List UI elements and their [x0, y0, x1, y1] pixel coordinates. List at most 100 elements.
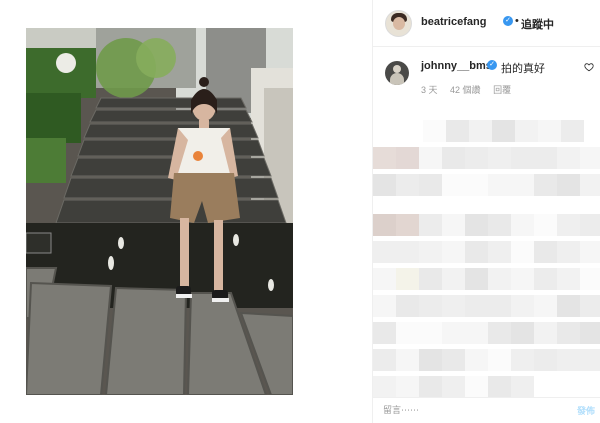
- blur-cell: [373, 295, 396, 317]
- blur-cell: [396, 322, 419, 344]
- blur-cell: [557, 268, 580, 290]
- commenter-avatar-body: [390, 73, 404, 85]
- blur-cell: [396, 376, 419, 398]
- blur-cell: [488, 214, 511, 236]
- blur-cell: [557, 147, 580, 169]
- comment-meta: 3 天 42 個讚 回覆: [421, 83, 521, 96]
- blur-cell: [488, 295, 511, 317]
- blur-cell: [580, 349, 600, 371]
- post-sidebar: beatricefang ✓ • 追蹤中 johnny__bms ✓ 拍的真好 …: [372, 0, 600, 423]
- commenter-avatar[interactable]: [385, 61, 409, 85]
- blur-cell: [488, 174, 511, 196]
- blur-cell: [419, 349, 442, 371]
- blur-cell: [492, 120, 515, 142]
- blur-cell: [465, 214, 488, 236]
- blur-cell: [442, 376, 465, 398]
- blur-cell: [373, 268, 396, 290]
- author-username[interactable]: beatricefang: [421, 16, 486, 28]
- blur-cell: [534, 214, 557, 236]
- blur-cell: [561, 120, 584, 142]
- blur-cell: [396, 268, 419, 290]
- follow-status-button[interactable]: 追蹤中: [521, 16, 554, 32]
- blur-cell: [557, 174, 580, 196]
- blur-cell: [419, 214, 442, 236]
- blur-cell: [373, 376, 396, 398]
- blur-cell: [538, 120, 561, 142]
- blur-cell: [580, 295, 600, 317]
- comment-input[interactable]: [383, 403, 563, 417]
- commenter-avatar-head: [393, 65, 401, 73]
- post-card: beatricefang ✓ • 追蹤中 johnny__bms ✓ 拍的真好 …: [0, 0, 600, 423]
- blur-cell: [511, 295, 534, 317]
- blur-cell: [446, 120, 469, 142]
- post-photo-illustration: [26, 28, 293, 395]
- blur-cell: [465, 322, 488, 344]
- blur-cell: [580, 268, 600, 290]
- avatar-face: [393, 17, 405, 30]
- blur-cell: [465, 241, 488, 263]
- blur-cell: [442, 268, 465, 290]
- verified-badge-icon: ✓: [487, 60, 497, 70]
- blur-cell: [557, 349, 580, 371]
- blur-cell: [511, 174, 534, 196]
- heart-icon[interactable]: [584, 62, 594, 72]
- blur-cell: [373, 349, 396, 371]
- blur-cell: [465, 349, 488, 371]
- blur-cell: [511, 147, 534, 169]
- post-comment-button[interactable]: 發佈: [577, 404, 595, 417]
- blur-cell: [515, 120, 538, 142]
- blur-cell: [396, 174, 419, 196]
- commenter-username[interactable]: johnny__bms: [421, 60, 492, 72]
- comment-likes[interactable]: 42 個讚: [450, 85, 481, 95]
- blur-cell: [396, 349, 419, 371]
- blur-cell: [442, 349, 465, 371]
- post-photo[interactable]: [26, 28, 293, 395]
- blur-cell: [419, 268, 442, 290]
- blur-cell: [580, 241, 600, 263]
- blur-cell: [534, 268, 557, 290]
- blur-cell: [488, 322, 511, 344]
- blur-cell: [423, 120, 446, 142]
- blur-cell: [396, 147, 419, 169]
- blur-cell: [396, 295, 419, 317]
- blur-cell: [373, 147, 396, 169]
- comment-item: johnny__bms ✓ 拍的真好 3 天 42 個讚 回覆: [373, 56, 600, 101]
- reply-button[interactable]: 回覆: [493, 85, 511, 95]
- blur-cell: [419, 376, 442, 398]
- blur-cell: [511, 268, 534, 290]
- blur-cell: [580, 174, 600, 196]
- comment-time: 3 天: [421, 85, 438, 95]
- blur-cell: [557, 322, 580, 344]
- header-separator: •: [515, 15, 519, 27]
- blur-cell: [465, 174, 488, 196]
- blur-cell: [534, 174, 557, 196]
- blur-cell: [419, 174, 442, 196]
- blur-cell: [511, 349, 534, 371]
- blur-cell: [442, 174, 465, 196]
- blur-cell: [580, 214, 600, 236]
- blur-cell: [488, 241, 511, 263]
- author-avatar[interactable]: [385, 10, 412, 37]
- blur-cell: [396, 214, 419, 236]
- blur-cell: [534, 322, 557, 344]
- blur-cell: [557, 295, 580, 317]
- blur-cell: [557, 214, 580, 236]
- comment-text: 拍的真好: [501, 63, 545, 75]
- blur-cell: [488, 376, 511, 398]
- blur-cell: [442, 147, 465, 169]
- blur-cell: [557, 241, 580, 263]
- blur-cell: [534, 295, 557, 317]
- blur-cell: [534, 241, 557, 263]
- blur-cell: [534, 349, 557, 371]
- blur-cell: [511, 322, 534, 344]
- blur-cell: [396, 241, 419, 263]
- blur-cell: [442, 322, 465, 344]
- blurred-comments-area: [373, 110, 600, 400]
- blur-cell: [419, 147, 442, 169]
- blur-cell: [580, 147, 600, 169]
- blur-cell: [419, 322, 442, 344]
- blur-cell: [442, 214, 465, 236]
- blur-cell: [442, 295, 465, 317]
- blur-cell: [442, 241, 465, 263]
- blur-cell: [465, 295, 488, 317]
